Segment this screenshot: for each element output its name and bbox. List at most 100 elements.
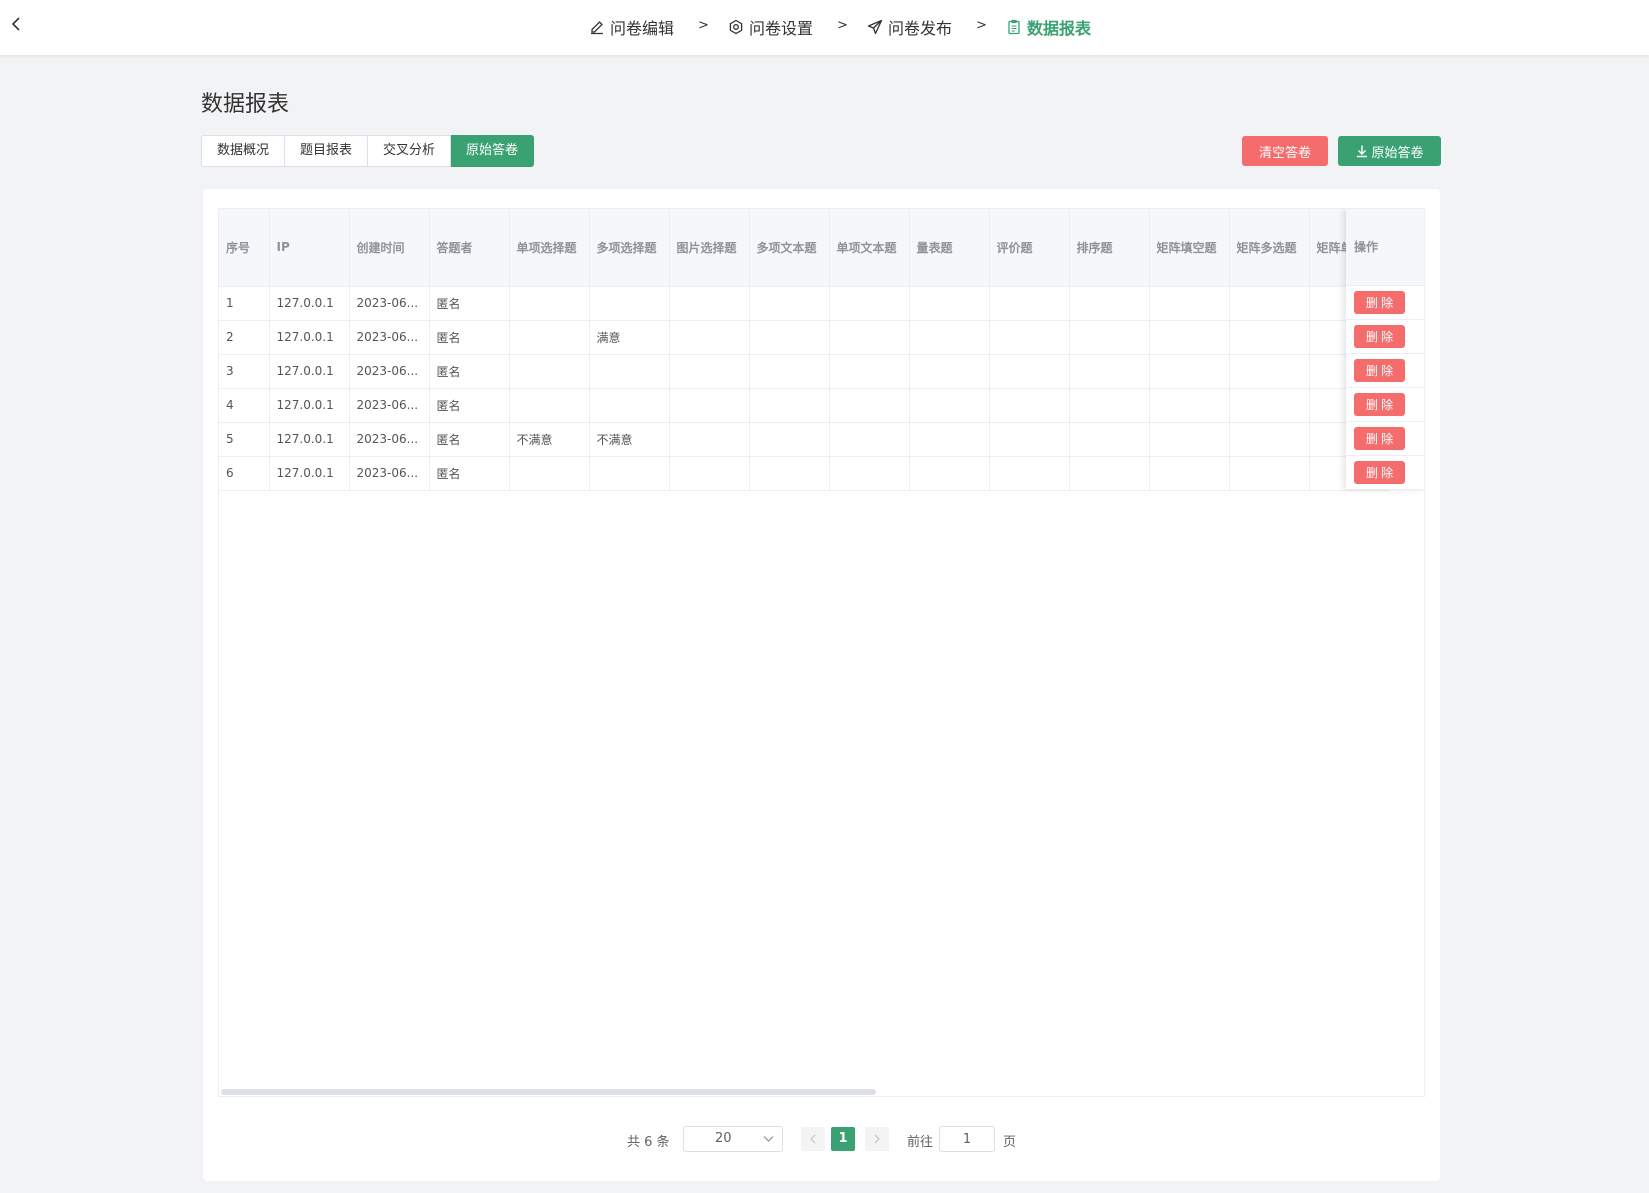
pagination: 共 6 条 20 1 前往 页 — [203, 1126, 1440, 1152]
table-cell: 2023-06... — [349, 422, 430, 457]
table-cell — [829, 388, 910, 423]
page-size-select[interactable]: 20 — [683, 1126, 783, 1152]
table-cell: 6 — [219, 456, 270, 491]
table-cell — [1229, 422, 1310, 457]
table-cell — [909, 422, 990, 457]
next-page-button[interactable] — [865, 1127, 889, 1151]
send-icon — [867, 19, 883, 35]
download-answers-label: 原始答卷 — [1371, 144, 1424, 160]
table-cell: 127.0.0.1 — [269, 422, 350, 457]
page-title: 数据报表 — [201, 92, 290, 117]
table-cell — [829, 354, 910, 389]
chevron-right-icon — [874, 1134, 880, 1144]
step-report-label: 数据报表 — [1027, 19, 1092, 38]
clear-answers-button[interactable]: 清空答卷 — [1242, 136, 1328, 166]
table-cell — [1229, 354, 1310, 389]
table-cell — [1229, 456, 1310, 491]
table-cell — [589, 388, 670, 423]
table-cell: 5 — [219, 422, 270, 457]
report-card: 序号 IP 创建时间 答题者 单项选择题 多项选择题 图片选择题 多项文本题 单项文本题 量表题评… — [203, 189, 1440, 1181]
goto-page-input[interactable] — [939, 1126, 995, 1152]
table-cell — [589, 354, 670, 389]
table-row: 3 127.0.0.1 2023-06... 匿名 — [219, 354, 1390, 389]
table-cell: 不满意 — [589, 422, 670, 457]
step-edit-label: 问卷编辑 — [610, 19, 675, 38]
table-cell — [989, 456, 1070, 491]
table-cell — [1149, 388, 1230, 423]
table-cell: 2023-06... — [349, 286, 430, 321]
table-cell: 127.0.0.1 — [269, 456, 350, 491]
column-header: 矩阵填空题 — [1149, 209, 1230, 287]
delete-button[interactable]: 删 除 — [1354, 359, 1405, 382]
table-cell: 匿名 — [429, 320, 510, 355]
column-header: 量表题 — [909, 209, 990, 287]
delete-button[interactable]: 删 除 — [1354, 393, 1405, 416]
prev-page-button[interactable] — [801, 1127, 825, 1151]
table-cell: 不满意 — [509, 422, 590, 457]
page-size-value: 20 — [715, 1131, 732, 1146]
table-cell — [909, 320, 990, 355]
tab-question-report[interactable]: 题目报表 — [285, 135, 369, 167]
column-header: 创建时间 — [349, 209, 430, 287]
table-cell — [909, 456, 990, 491]
table-cell — [909, 354, 990, 389]
delete-button[interactable]: 删 除 — [1354, 291, 1405, 314]
tab-raw-answers[interactable]: 原始答卷 — [451, 135, 535, 167]
table-cell — [509, 388, 590, 423]
step-separator: > — [837, 18, 848, 33]
step-settings[interactable]: 问卷设置 — [728, 15, 813, 39]
table-cell — [1149, 320, 1230, 355]
table-cell — [749, 354, 830, 389]
table-cell — [829, 456, 910, 491]
delete-button[interactable]: 删 除 — [1354, 461, 1405, 484]
tab-overview[interactable]: 数据概况 — [201, 135, 286, 167]
step-separator: > — [698, 18, 709, 33]
step-separator: > — [976, 18, 987, 33]
table-row: 2 127.0.0.1 2023-06... 匿名 满意 — [219, 320, 1390, 355]
table-cell — [829, 422, 910, 457]
op-cell: 删 除 — [1346, 388, 1424, 422]
table-cell — [989, 354, 1070, 389]
table-cell — [589, 286, 670, 321]
table-cell — [1069, 388, 1150, 423]
table-cell: 127.0.0.1 — [269, 286, 350, 321]
table-cell: 匿名 — [429, 388, 510, 423]
table-cell — [989, 388, 1070, 423]
table-row: 1 127.0.0.1 2023-06... 匿名 — [219, 286, 1390, 321]
op-cell: 删 除 — [1346, 286, 1424, 320]
tab-cross-analysis[interactable]: 交叉分析 — [368, 135, 452, 167]
table-cell — [909, 286, 990, 321]
table-cell: 1 — [219, 286, 270, 321]
step-publish[interactable]: 问卷发布 — [867, 15, 952, 39]
column-header: 图片选择题 — [669, 209, 750, 287]
table-cell — [1069, 422, 1150, 457]
step-report[interactable]: 数据报表 — [1006, 15, 1091, 39]
column-header: 单项选择题 — [509, 209, 590, 287]
table-cell — [1069, 456, 1150, 491]
table-cell: 满意 — [589, 320, 670, 355]
column-header: 矩阵多选题 — [1229, 209, 1310, 287]
table-cell — [989, 320, 1070, 355]
step-edit[interactable]: 问卷编辑 — [589, 15, 674, 39]
table-cell: 2023-06... — [349, 388, 430, 423]
table-cell — [669, 354, 750, 389]
table-cell — [749, 286, 830, 321]
delete-button[interactable]: 删 除 — [1354, 427, 1405, 450]
table-cell: 匿名 — [429, 456, 510, 491]
page-number[interactable]: 1 — [831, 1127, 855, 1151]
table-cell: 2023-06... — [349, 456, 430, 491]
table-cell — [829, 286, 910, 321]
op-cell: 删 除 — [1346, 320, 1424, 354]
horizontal-scrollbar[interactable] — [221, 1089, 876, 1095]
table-cell — [669, 286, 750, 321]
step-nav: 问卷编辑 > 问卷设置 > 问卷发布 > 数据报表 — [0, 0, 1649, 55]
column-header: 多项文本题 — [749, 209, 830, 287]
download-answers-button[interactable]: 原始答卷 — [1338, 136, 1441, 166]
table-cell — [669, 456, 750, 491]
delete-button[interactable]: 删 除 — [1354, 325, 1405, 348]
table-cell — [1149, 354, 1230, 389]
table-cell: 匿名 — [429, 422, 510, 457]
operation-column: 操作 删 除删 除删 除删 除删 除删 除 — [1346, 209, 1424, 490]
table-row: 5 127.0.0.1 2023-06... 匿名 不满意 不满意 — [219, 422, 1390, 457]
table-cell — [909, 388, 990, 423]
